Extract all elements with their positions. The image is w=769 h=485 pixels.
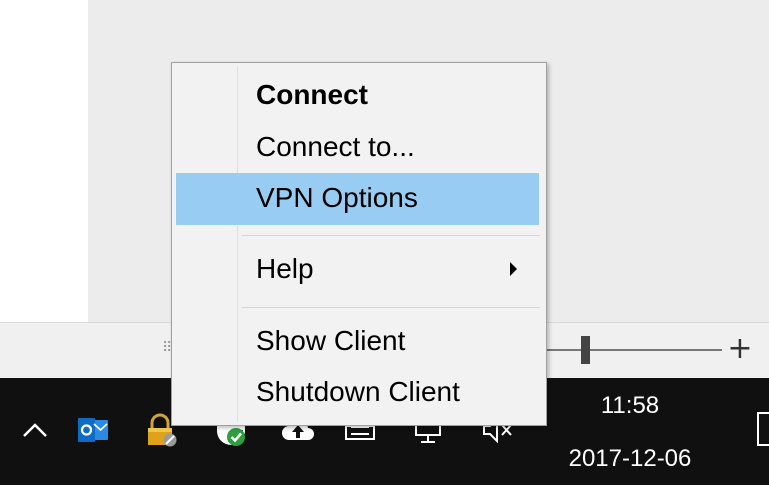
submenu-arrow-icon — [510, 262, 517, 276]
menu-separator — [242, 307, 540, 308]
menu-item-label: VPN Options — [256, 182, 418, 213]
menu-item-label: Show Client — [256, 325, 406, 356]
menu-item-label: Connect to... — [256, 131, 415, 162]
zoom-in-button[interactable]: + — [725, 328, 755, 370]
menu-item-shutdown-client[interactable]: Shutdown Client — [176, 367, 539, 419]
outlook-icon[interactable] — [76, 413, 110, 447]
zoom-slider-track[interactable] — [546, 349, 722, 351]
chevron-up-icon[interactable] — [18, 413, 52, 447]
vpn-context-menu: Connect Connect to... VPN Options Help S… — [171, 62, 547, 426]
zoom-slider-thumb[interactable] — [581, 336, 590, 364]
clock-date[interactable]: 2017-12-06 — [540, 445, 720, 473]
notification-center-icon[interactable] — [757, 412, 769, 446]
menu-item-label: Shutdown Client — [256, 376, 460, 407]
menu-item-show-client[interactable]: Show Client — [176, 316, 539, 368]
menu-item-connect[interactable]: Connect — [176, 70, 539, 122]
menu-separator — [242, 235, 540, 236]
menu-item-label: Help — [256, 253, 314, 284]
menu-item-vpn-options[interactable]: VPN Options — [176, 173, 539, 225]
menu-item-connect-to[interactable]: Connect to... — [176, 122, 539, 174]
menu-item-label: Connect — [256, 79, 368, 110]
clock-time[interactable]: 11:58 — [560, 392, 700, 420]
menu-item-help[interactable]: Help — [176, 244, 539, 296]
